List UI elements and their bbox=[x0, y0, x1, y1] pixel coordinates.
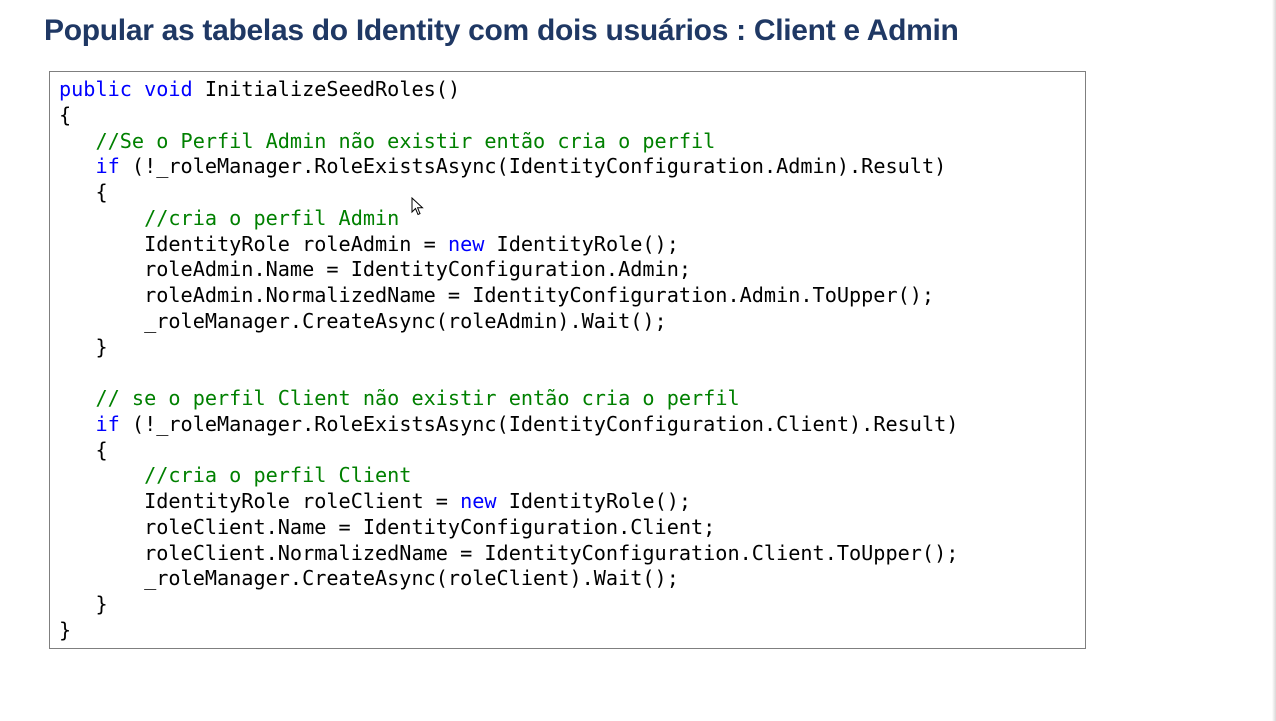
code-line: } bbox=[59, 335, 958, 361]
code-line: public void InitializeSeedRoles() bbox=[59, 77, 958, 103]
code-line: { bbox=[59, 103, 958, 129]
code-text: _roleManager.CreateAsync(roleClient).Wai… bbox=[59, 566, 679, 591]
code-line: IdentityRole roleAdmin = new IdentityRol… bbox=[59, 232, 958, 258]
code-keyword: void bbox=[144, 77, 193, 101]
code-line: { bbox=[59, 180, 958, 206]
code-line: //cria o perfil Client bbox=[59, 463, 958, 489]
code-keyword: public bbox=[59, 77, 132, 101]
code-text: InitializeSeedRoles() bbox=[192, 77, 461, 101]
code-line: } bbox=[59, 592, 958, 618]
code-text: (!_roleManager.RoleExistsAsync(IdentityC… bbox=[119, 154, 947, 179]
code-text: roleClient.NormalizedName = IdentityConf… bbox=[59, 540, 959, 565]
code-text: IdentityRole roleAdmin = bbox=[59, 231, 448, 256]
code-line: if (!_roleManager.RoleExistsAsync(Identi… bbox=[59, 154, 958, 180]
code-line: roleAdmin.Name = IdentityConfiguration.A… bbox=[59, 257, 958, 283]
code-text: roleClient.Name = IdentityConfiguration.… bbox=[59, 514, 716, 539]
code-line: roleClient.NormalizedName = IdentityConf… bbox=[59, 541, 958, 567]
code-keyword: if bbox=[95, 411, 120, 436]
slide-title: Popular as tabelas do Identity com dois … bbox=[44, 14, 959, 47]
code-text: (!_roleManager.RoleExistsAsync(IdentityC… bbox=[119, 411, 959, 436]
code-keyword: new bbox=[447, 231, 485, 256]
code-text: { bbox=[59, 180, 108, 204]
code-text: roleAdmin.NormalizedName = IdentityConfi… bbox=[59, 283, 935, 307]
code-line: // se o perfil Client não existir então … bbox=[59, 386, 958, 412]
code-line: IdentityRole roleClient = new IdentityRo… bbox=[59, 489, 958, 515]
mouse-pointer-icon bbox=[411, 197, 424, 216]
code-line: } bbox=[59, 618, 958, 644]
code-comment: //Se o Perfil Admin não existir então cr… bbox=[95, 128, 716, 153]
code-comment: //cria o perfil Admin bbox=[144, 205, 400, 230]
code-line: roleAdmin.NormalizedName = IdentityConfi… bbox=[59, 283, 958, 309]
code-listing: public void InitializeSeedRoles(){ //Se … bbox=[59, 77, 958, 644]
code-line: //cria o perfil Admin bbox=[59, 206, 958, 232]
code-comment: // se o perfil Client não existir então … bbox=[95, 386, 740, 410]
code-text: { bbox=[59, 437, 108, 462]
window-edge bbox=[1272, 0, 1276, 721]
code-text: _roleManager.CreateAsync(roleAdmin).Wait… bbox=[59, 308, 667, 333]
code-comment: //cria o perfil Client bbox=[144, 463, 412, 488]
code-line: //Se o Perfil Admin não existir então cr… bbox=[59, 129, 958, 155]
code-text: } bbox=[59, 617, 72, 642]
slide: Popular as tabelas do Identity com dois … bbox=[0, 0, 1276, 721]
code-text: } bbox=[59, 334, 108, 359]
code-line: roleClient.Name = IdentityConfiguration.… bbox=[59, 515, 958, 541]
code-text: roleAdmin.Name = IdentityConfiguration.A… bbox=[59, 257, 692, 282]
code-text: } bbox=[59, 592, 108, 616]
code-text: IdentityRole(); bbox=[484, 231, 679, 256]
code-text: { bbox=[59, 102, 72, 127]
code-line: { bbox=[59, 438, 958, 464]
code-text: IdentityRole roleClient = bbox=[59, 489, 461, 513]
code-keyword: new bbox=[460, 489, 497, 513]
code-block: public void InitializeSeedRoles(){ //Se … bbox=[49, 71, 1086, 649]
code-line: _roleManager.CreateAsync(roleClient).Wai… bbox=[59, 566, 958, 592]
code-keyword: if bbox=[95, 154, 120, 179]
code-line: if (!_roleManager.RoleExistsAsync(Identi… bbox=[59, 412, 958, 438]
code-text: IdentityRole(); bbox=[496, 489, 692, 513]
code-line: _roleManager.CreateAsync(roleAdmin).Wait… bbox=[59, 309, 958, 335]
